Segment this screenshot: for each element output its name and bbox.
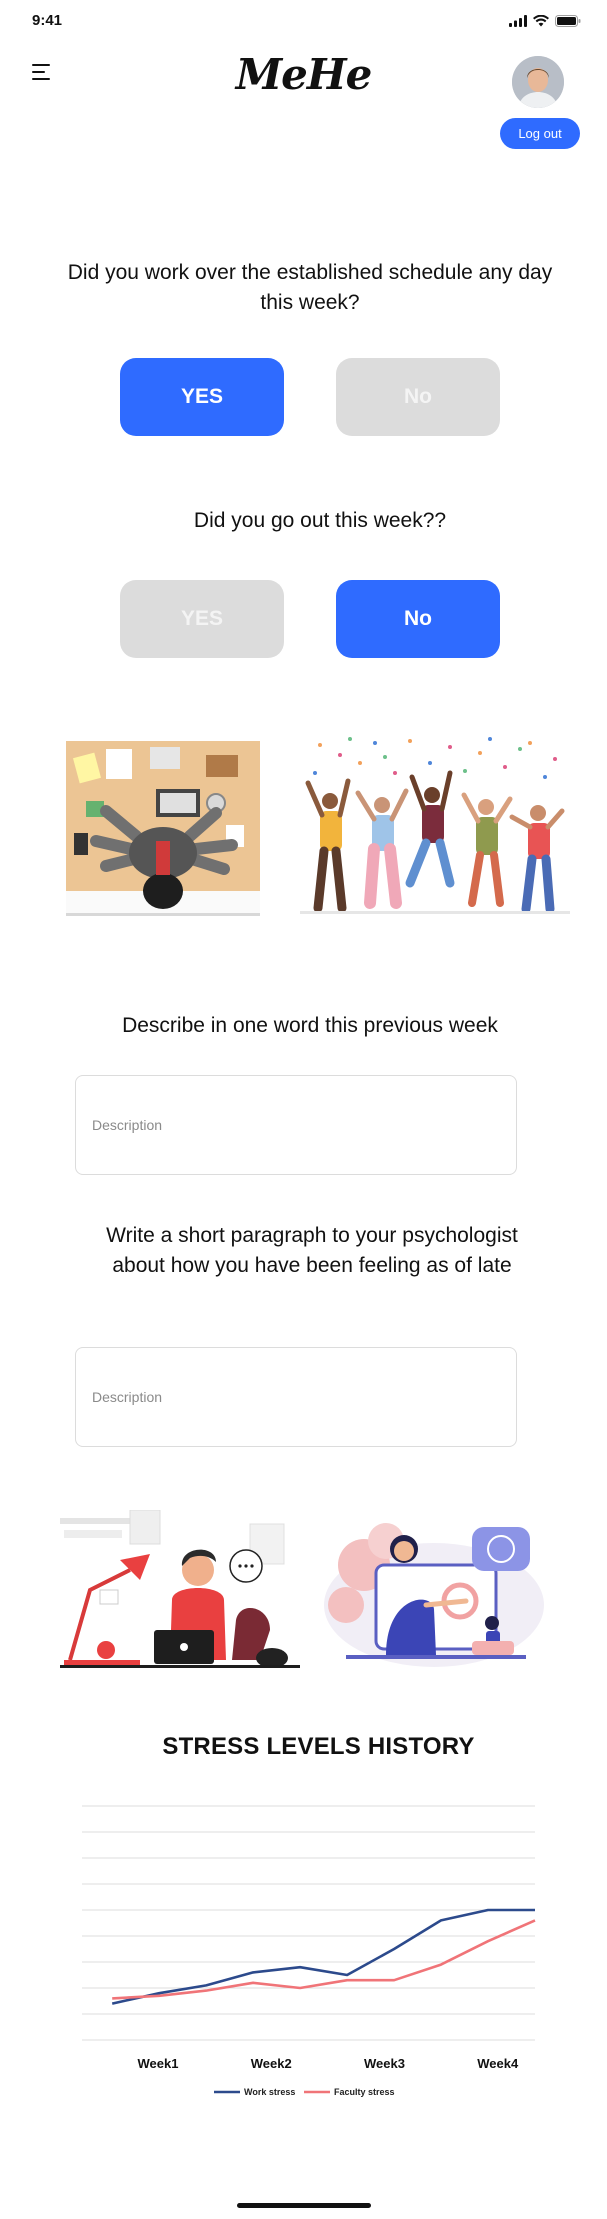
battery-icon: [555, 15, 581, 27]
describe-week-question: Describe in one word this previous week: [122, 1014, 498, 1037]
status-icons: [509, 15, 581, 27]
status-time: 9:41: [32, 12, 63, 29]
party-illustration: [300, 733, 570, 918]
logout-button[interactable]: Log out: [500, 118, 580, 149]
go-out-no-button[interactable]: No: [336, 580, 500, 658]
wifi-icon: [533, 15, 549, 27]
legend-label: Faculty stress: [334, 2087, 395, 2097]
describe-week-input[interactable]: [75, 1075, 517, 1175]
stress-chart: Week1 Week2 Week3 Week4 Work stress Faculty s…: [82, 1805, 536, 2097]
feelings-question: Write a short paragraph to your psycholo…: [106, 1224, 518, 1277]
signal-icon: [509, 15, 527, 27]
x-tick-label: Week2: [251, 2056, 292, 2071]
go-out-yes-button[interactable]: YES: [120, 580, 284, 658]
overtime-no-button[interactable]: No: [336, 358, 500, 436]
x-tick-label: Week3: [364, 2056, 405, 2071]
remote-work-illustration: [60, 1510, 300, 1675]
status-bar: 9:41: [0, 0, 607, 44]
avatar[interactable]: [512, 56, 564, 108]
chart-title: STRESS LEVELS HISTORY: [162, 1733, 475, 1760]
overworked-illustration: [66, 741, 260, 916]
legend-label: Work stress: [244, 2087, 295, 2097]
therapy-illustration: [316, 1505, 552, 1675]
x-tick-label: Week4: [477, 2056, 519, 2071]
question-overtime: Did you work over the established schedu…: [67, 261, 553, 314]
overtime-yes-button[interactable]: YES: [120, 358, 284, 436]
x-tick-label: Week1: [138, 2056, 179, 2071]
question-go-out: Did you go out this week??: [193, 509, 447, 532]
series-line: [112, 1919, 536, 2000]
home-indicator[interactable]: [237, 2203, 371, 2208]
feelings-input[interactable]: [75, 1347, 517, 1447]
series-line: [111, 1908, 535, 2005]
